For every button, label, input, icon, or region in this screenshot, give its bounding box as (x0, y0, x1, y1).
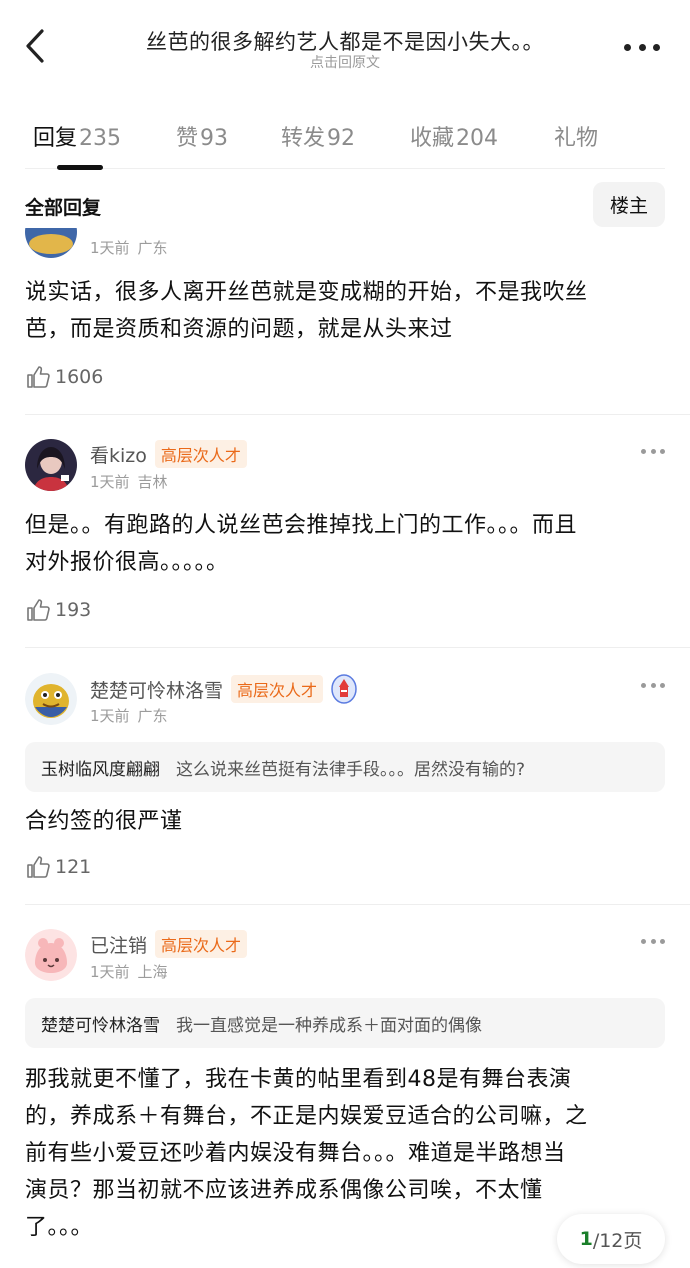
tab-likes[interactable]: 赞93 (176, 120, 228, 152)
text-line: 前有些小爱豆还吵着内娱没有舞台。。。难道是半路想当 (25, 1141, 566, 1166)
post-text: 说实话，很多人离开丝芭就是变成糊的开始，不是我吹丝 芭，而是资质和资源的问题，就… (25, 274, 665, 348)
post-time: 1天前 (90, 239, 130, 257)
quoted-text: 这么说来丝芭挺有法律手段。。。居然没有输的? (176, 759, 526, 780)
post-time: 1天前 (90, 707, 130, 725)
like-count: 121 (55, 856, 92, 878)
post-meta: 1天前 广东 (90, 237, 168, 258)
username[interactable]: 楚楚可怜林洛雪 (90, 676, 223, 703)
avatar[interactable] (25, 228, 77, 258)
post-time: 1天前 (90, 963, 130, 981)
text-line: 合约签的很严谨 (25, 809, 183, 834)
tab-label: 收藏 (410, 126, 455, 151)
like-button[interactable]: 1606 (25, 364, 103, 390)
post-time: 1天前 (90, 473, 130, 491)
username[interactable]: 看kizo (90, 441, 147, 468)
tab-count: 92 (327, 126, 356, 151)
quoted-user[interactable]: 楚楚可怜林洛雪 (41, 1011, 160, 1036)
tab-divider (25, 168, 665, 169)
talent-badge: 高层次人才 (231, 675, 324, 703)
post-location: 广东 (137, 239, 168, 257)
tab-count: 204 (456, 126, 499, 151)
post-more-icon[interactable] (641, 939, 665, 945)
tab-label: 赞 (176, 126, 199, 151)
username[interactable]: 已注销 (90, 931, 147, 958)
post-meta: 1天前 上海 (90, 961, 168, 982)
user-row: 已注销 高层次人才 (90, 930, 248, 958)
text-line: 芭，而是资质和资源的问题，就是从头来过 (25, 317, 453, 342)
tab-count: 235 (79, 126, 122, 151)
like-count: 193 (55, 599, 92, 621)
member-medal-icon (331, 674, 357, 704)
avatar[interactable] (25, 673, 77, 725)
thumbs-up-icon (27, 366, 50, 388)
tab-label: 礼物 (554, 126, 599, 151)
talent-badge: 高层次人才 (154, 440, 247, 468)
tab-replies[interactable]: 回复235 (33, 120, 121, 152)
post-more-icon[interactable] (641, 449, 665, 455)
more-options-icon[interactable] (624, 42, 660, 52)
text-line: 说实话，很多人离开丝芭就是变成糊的开始，不是我吹丝 (25, 280, 588, 305)
user-row: 楚楚可怜林洛雪 高层次人才 (90, 674, 357, 704)
text-line: 演员？那当初就不应该进养成系偶像公司唉，不太懂 (25, 1178, 543, 1203)
tab-gifts[interactable]: 礼物 (554, 120, 598, 152)
tab-count: 93 (200, 126, 229, 151)
post-location: 上海 (137, 963, 168, 981)
post-meta: 1天前 吉林 (90, 471, 168, 492)
text-line: 但是。。有跑路的人说丝芭会推掉找上门的工作。。。而且 (25, 513, 578, 538)
avatar[interactable] (25, 929, 77, 981)
op-only-button[interactable]: 楼主 (593, 182, 665, 227)
quoted-reply[interactable]: 楚楚可怜林洛雪 我一直感觉是一种养成系＋面对面的偶像 (25, 998, 665, 1048)
page-indicator-button[interactable]: 1/12页 (557, 1214, 665, 1264)
like-count: 1606 (55, 366, 104, 388)
post-location: 吉林 (137, 473, 168, 491)
thumbs-up-icon (27, 856, 50, 878)
text-line: 那我就更不懂了，我在卡黄的帖里看到48是有舞台表演 (25, 1067, 572, 1092)
current-page: 1 (579, 1228, 593, 1250)
thumbs-up-icon (27, 599, 50, 621)
post-divider (25, 414, 690, 415)
post-meta: 1天前 广东 (90, 705, 168, 726)
like-button[interactable]: 121 (25, 854, 91, 880)
like-button[interactable]: 193 (25, 597, 91, 623)
text-line: 的，养成系＋有舞台，不正是内娱爱豆适合的公司嘛，之 (25, 1104, 588, 1129)
post-text: 但是。。有跑路的人说丝芭会推掉找上门的工作。。。而且 对外报价很高。。。。。 (25, 507, 665, 581)
tab-label: 转发 (281, 126, 326, 151)
quoted-reply[interactable]: 玉树临风度翩翩 这么说来丝芭挺有法律手段。。。居然没有输的? (25, 742, 665, 792)
text-line: 对外报价很高。。。。。 (25, 550, 229, 575)
quoted-user[interactable]: 玉树临风度翩翩 (41, 755, 160, 780)
post-more-icon[interactable] (641, 683, 665, 689)
post-divider (25, 904, 690, 905)
tab-reposts[interactable]: 转发92 (281, 120, 355, 152)
user-row: 看kizo 高层次人才 (90, 440, 247, 468)
avatar[interactable] (25, 439, 77, 491)
post-divider (25, 647, 690, 648)
tab-favorites[interactable]: 收藏204 (410, 120, 498, 152)
quoted-text: 我一直感觉是一种养成系＋面对面的偶像 (176, 1015, 482, 1036)
talent-badge: 高层次人才 (155, 930, 248, 958)
tab-label: 回复 (33, 126, 78, 151)
post-location: 广东 (137, 707, 168, 725)
total-pages: /12页 (592, 1229, 643, 1252)
all-replies-label: 全部回复 (25, 197, 102, 219)
post-text: 合约签的很严谨 (25, 803, 665, 840)
back-to-original-link[interactable]: 点击回原文 (0, 52, 690, 72)
active-tab-indicator (57, 165, 103, 170)
